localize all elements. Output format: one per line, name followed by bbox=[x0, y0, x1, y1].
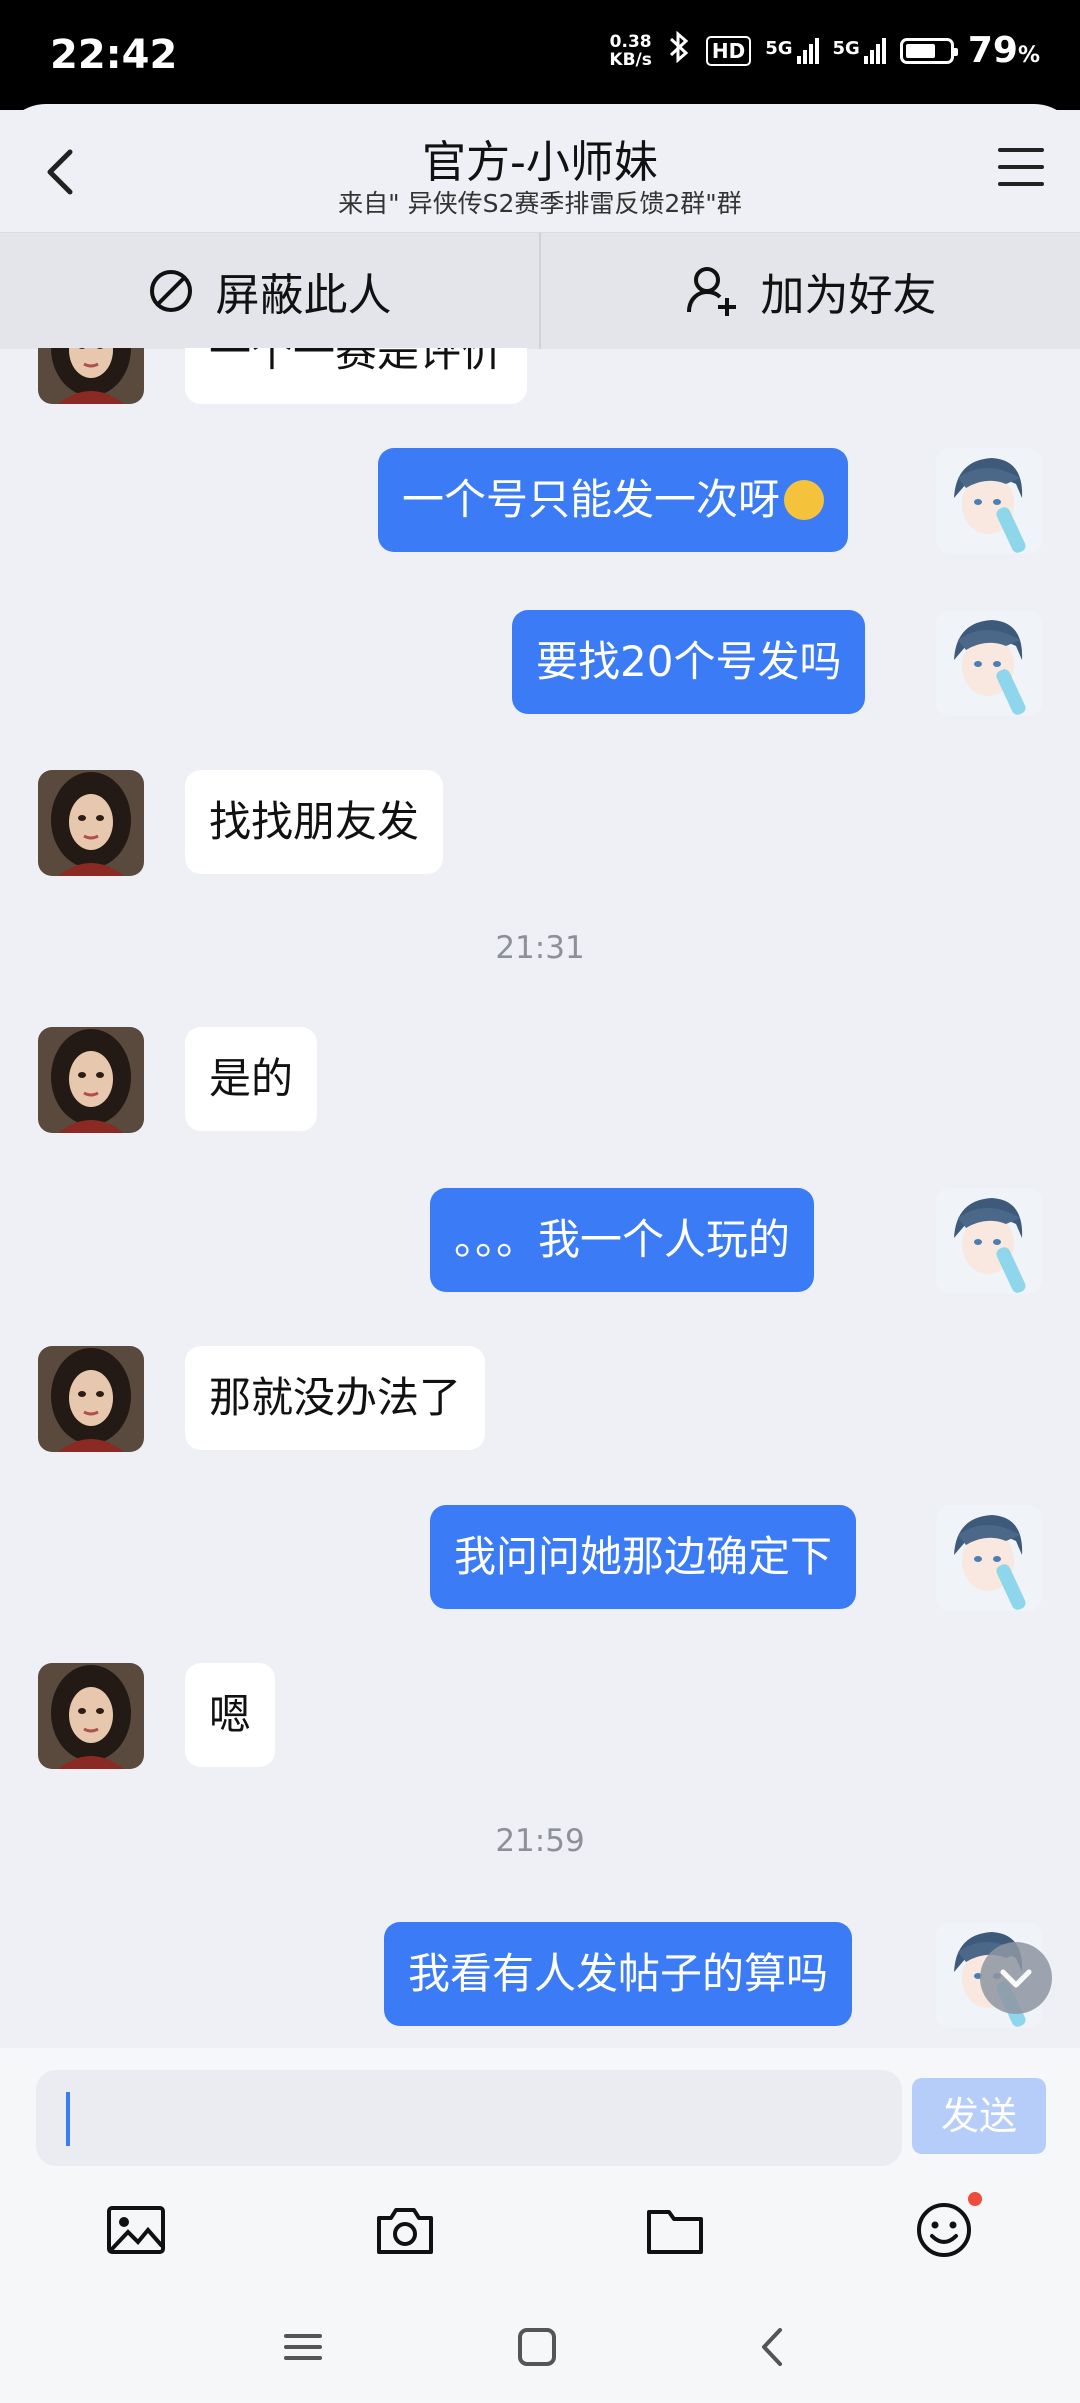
avatar[interactable] bbox=[38, 1027, 144, 1133]
message-bubble-outgoing[interactable]: 我看有人发帖子的算吗 bbox=[384, 1922, 853, 2026]
text-caret bbox=[66, 2092, 70, 2146]
message-bubble-incoming[interactable]: 嗯 bbox=[185, 1663, 276, 1767]
signal-icon-2: 5G bbox=[832, 37, 886, 64]
avatar[interactable] bbox=[38, 770, 144, 876]
menu-button[interactable] bbox=[998, 148, 1044, 188]
signal-icon: 5G bbox=[765, 37, 819, 64]
status-icons: 0.38 KB/s HD 5G 5G 79% bbox=[609, 30, 1040, 71]
network-speed-unit: KB/s bbox=[609, 49, 652, 70]
file-button[interactable] bbox=[645, 2200, 705, 2260]
message-bubble-outgoing[interactable]: 要找20个号发吗 bbox=[512, 610, 866, 714]
system-back-button[interactable] bbox=[748, 2322, 798, 2372]
network-speed: 0.38 KB/s bbox=[609, 33, 651, 69]
avatar[interactable] bbox=[38, 1663, 144, 1769]
chevron-down-icon bbox=[1000, 1969, 1032, 1988]
emoji-icon bbox=[917, 2203, 971, 2257]
notification-dot bbox=[968, 2192, 982, 2206]
image-icon bbox=[107, 2206, 165, 2254]
message-bubble-incoming[interactable]: 找找朋友发 bbox=[185, 770, 444, 874]
block-user-button[interactable]: 屏蔽此人 bbox=[0, 233, 539, 349]
message-input[interactable] bbox=[36, 2070, 902, 2166]
image-button[interactable] bbox=[106, 2200, 166, 2260]
avatar-self[interactable] bbox=[936, 610, 1042, 716]
timestamp: 21:31 bbox=[495, 930, 585, 966]
avatar-self[interactable] bbox=[936, 1505, 1042, 1611]
square-icon bbox=[518, 2328, 556, 2366]
timestamp: 21:59 bbox=[495, 1823, 585, 1859]
battery-percent: 79% bbox=[968, 30, 1040, 71]
avatar-self[interactable] bbox=[936, 1188, 1042, 1294]
folder-icon bbox=[647, 2210, 703, 2254]
block-icon bbox=[149, 270, 192, 312]
camera-icon bbox=[377, 2208, 433, 2254]
system-nav-bar bbox=[0, 2294, 1080, 2403]
avatar-self[interactable] bbox=[936, 448, 1042, 554]
hd-voice-icon: HD bbox=[705, 35, 752, 66]
laughing-tears-emoji-icon bbox=[784, 479, 825, 520]
menu-icon bbox=[284, 2334, 322, 2360]
send-button[interactable]: 发送 bbox=[912, 2078, 1046, 2154]
add-friend-button[interactable]: 加为好友 bbox=[539, 233, 1080, 349]
avatar[interactable] bbox=[38, 1346, 144, 1452]
home-button[interactable] bbox=[512, 2322, 562, 2372]
message-bubble-incoming[interactable]: 那就没办法了 bbox=[185, 1346, 486, 1450]
emoji-button[interactable] bbox=[914, 2192, 982, 2260]
chat-title: 官方-小师妹 bbox=[422, 137, 658, 188]
recent-apps-button[interactable] bbox=[278, 2322, 328, 2372]
battery-value: 79 bbox=[967, 30, 1018, 71]
message-bubble-incoming[interactable]: 是的 bbox=[185, 1027, 318, 1131]
block-user-label: 屏蔽此人 bbox=[215, 270, 392, 321]
message-bubble-outgoing[interactable]: 我问问她那边确定下 bbox=[430, 1505, 857, 1609]
battery-symbol: % bbox=[1017, 43, 1040, 68]
message-text: 一个号只能发一次呀 bbox=[402, 475, 781, 524]
scroll-to-bottom-button[interactable] bbox=[980, 1942, 1052, 2014]
menu-icon bbox=[998, 148, 1044, 186]
message-bubble-incoming[interactable]: 一个一赛是评价 bbox=[185, 348, 528, 404]
camera-button[interactable] bbox=[375, 2200, 435, 2260]
battery-icon bbox=[899, 37, 958, 64]
message-list[interactable]: 一个一赛是评价 一个号只能发一次呀 要找20个号发吗 找找朋友发 21:31 是… bbox=[0, 348, 1080, 2048]
signal-label-2: 5G bbox=[832, 37, 860, 59]
chevron-left-icon bbox=[762, 2328, 782, 2366]
avatar[interactable] bbox=[38, 348, 144, 404]
signal-label: 5G bbox=[765, 37, 793, 59]
chat-subtitle: 来自" 异侠传S2赛季排雷反馈2群"群 bbox=[338, 189, 742, 218]
bluetooth-icon bbox=[666, 30, 692, 71]
chat-header: 官方-小师妹 来自" 异侠传S2赛季排雷反馈2群"群 bbox=[0, 104, 1080, 232]
network-speed-value: 0.38 bbox=[609, 31, 652, 52]
add-friend-label: 加为好友 bbox=[760, 270, 937, 321]
status-time: 22:42 bbox=[50, 32, 178, 78]
composer: 发送 bbox=[0, 2048, 1080, 2294]
action-bar: 屏蔽此人 加为好友 bbox=[0, 232, 1080, 349]
add-user-icon bbox=[686, 267, 736, 316]
message-bubble-outgoing[interactable]: 一个号只能发一次呀 bbox=[378, 448, 849, 552]
status-bar: 22:42 0.38 KB/s HD 5G 5G 79% bbox=[0, 0, 1080, 110]
message-bubble-outgoing[interactable]: 。。。我一个人玩的 bbox=[430, 1188, 815, 1292]
